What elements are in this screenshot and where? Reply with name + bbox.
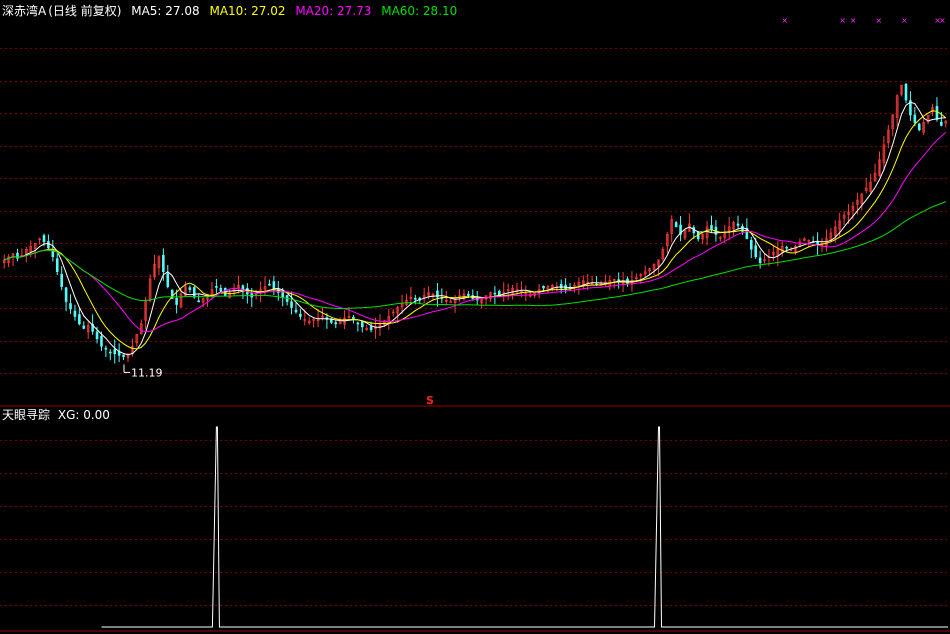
candle-body [935, 106, 939, 120]
candle-body [356, 322, 360, 325]
xg-signal-line [101, 426, 948, 628]
ma60-line [4, 201, 946, 310]
candle-body [785, 246, 788, 249]
candle-body [162, 254, 165, 272]
ma20-label: MA20: 27.73 [295, 4, 372, 18]
candle-body [674, 222, 678, 228]
candle-body [104, 347, 108, 350]
candle-body [122, 354, 125, 358]
candle-body [215, 286, 218, 288]
candle-body [192, 287, 196, 298]
candle-body [268, 283, 271, 286]
candle-body [219, 288, 223, 292]
candle-body [188, 287, 192, 290]
candle-body [617, 279, 620, 281]
candle-body [299, 313, 302, 317]
candle-body [47, 241, 50, 249]
candle-body [60, 273, 63, 287]
candle-body [414, 298, 417, 300]
candle-body [281, 292, 285, 298]
stock-chart[interactable]: 11.19S× × × × × ×× [0, 0, 950, 634]
candle-body [73, 310, 77, 317]
candle-body [82, 325, 86, 329]
top-marker: × [875, 16, 882, 25]
candle-body [736, 223, 740, 226]
candle-body [334, 322, 338, 325]
candle-body [467, 293, 470, 296]
candle-body [754, 245, 758, 258]
candle-body [42, 235, 46, 243]
candle-body [109, 351, 112, 354]
top-marker: × [850, 16, 857, 25]
candle-body [113, 349, 117, 355]
top-marker: × [781, 16, 788, 25]
indicator-header: 天眼寻踪 XG: 0.00 [2, 408, 116, 422]
signal-marker: S [426, 394, 434, 407]
candle-body [69, 303, 72, 310]
candle-body [542, 285, 545, 289]
indicator-value: XG: 0.00 [57, 408, 110, 422]
candle-body [917, 123, 921, 131]
candle-body [559, 283, 563, 289]
candle-body [940, 121, 943, 126]
low-price-label: 11.19 [131, 366, 163, 379]
candle-body [175, 297, 178, 305]
main-chart-header: 深赤湾A (日线 前复权) MA5: 27.08 MA10: 27.02 MA20… [2, 4, 463, 18]
period-label: (日线 前复权) [48, 4, 122, 18]
candle-body [913, 114, 917, 123]
indicator-name: 天眼寻踪 [2, 408, 51, 422]
ma10-label: MA10: 27.02 [209, 4, 286, 18]
candle-body [100, 336, 103, 347]
candle-body [166, 273, 170, 287]
candle-body [369, 326, 373, 331]
candle-body [55, 258, 59, 272]
candle-body [95, 331, 99, 340]
candle-body [749, 239, 753, 250]
candle-body [197, 300, 201, 303]
top-marker: × [901, 16, 908, 25]
top-marker: × [839, 16, 846, 25]
candle-body [64, 287, 68, 302]
ma60-label: MA60: 28.10 [381, 4, 458, 18]
ma5-label: MA5: 27.08 [131, 4, 200, 18]
top-marker: × [939, 16, 946, 25]
candle-body [241, 285, 245, 290]
candle-body [758, 257, 762, 264]
candle-body [78, 314, 81, 325]
candle-body [360, 321, 364, 328]
candle-body [294, 309, 298, 313]
candle-body [290, 301, 293, 308]
candle-body [493, 292, 497, 295]
candle-body [904, 83, 908, 101]
stock-name: 深赤湾A [2, 4, 47, 18]
candle-body [710, 225, 713, 231]
candle-body [272, 281, 276, 289]
